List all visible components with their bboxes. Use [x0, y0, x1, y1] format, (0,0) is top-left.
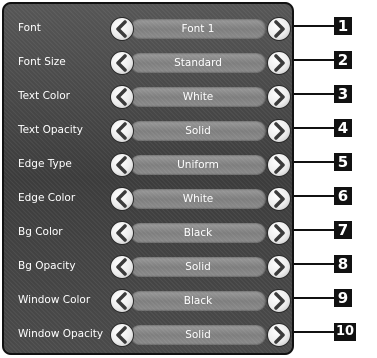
previous-button[interactable]: [110, 289, 134, 313]
callout-line: [294, 25, 334, 27]
next-button[interactable]: [267, 85, 291, 109]
chevron-right-icon: [274, 224, 285, 242]
callout-number: 3: [334, 85, 352, 103]
previous-button[interactable]: [110, 187, 134, 211]
setting-label: Window Opacity: [18, 328, 104, 340]
next-button[interactable]: [267, 17, 291, 41]
setting-label: Font: [18, 22, 41, 34]
setting-row-text-color: Text Color White: [4, 79, 292, 113]
next-button[interactable]: [267, 119, 291, 143]
chevron-left-icon: [116, 88, 127, 106]
next-button[interactable]: [267, 323, 291, 347]
previous-button[interactable]: [110, 119, 134, 143]
setting-row-text-opacity: Text Opacity Solid: [4, 113, 292, 147]
previous-button[interactable]: [110, 85, 134, 109]
setting-value: Black: [183, 295, 213, 307]
setting-value: Standard: [174, 57, 222, 69]
setting-row-edge-color: Edge Color White: [4, 181, 292, 215]
callout-line: [294, 297, 334, 299]
setting-label: Bg Color: [18, 226, 63, 238]
setting-label: Window Color: [18, 294, 91, 306]
chevron-left-icon: [116, 224, 127, 242]
setting-row-font: Font Font 1: [4, 11, 292, 45]
callout-line: [294, 127, 334, 129]
chevron-right-icon: [274, 20, 285, 38]
previous-button[interactable]: [110, 153, 134, 177]
callout-line: [294, 331, 334, 333]
setting-label: Font Size: [18, 56, 66, 68]
setting-value: White: [182, 193, 214, 205]
chevron-left-icon: [116, 190, 127, 208]
callout-number: 1: [334, 17, 352, 35]
callout-line: [294, 161, 334, 163]
chevron-right-icon: [274, 156, 285, 174]
next-button[interactable]: [267, 221, 291, 245]
chevron-left-icon: [116, 326, 127, 344]
next-button[interactable]: [267, 153, 291, 177]
callout-number: 10: [334, 323, 356, 341]
chevron-left-icon: [116, 258, 127, 276]
setting-label: Bg Opacity: [18, 260, 76, 272]
chevron-left-icon: [116, 54, 127, 72]
callout-line: [294, 263, 334, 265]
callout-number: 4: [334, 119, 352, 137]
setting-label: Edge Type: [18, 158, 72, 170]
chevron-left-icon: [116, 122, 127, 140]
setting-row-window-opacity: Window Opacity Solid: [4, 317, 292, 351]
chevron-left-icon: [116, 20, 127, 38]
setting-label: Text Color: [18, 90, 70, 102]
callout-line: [294, 93, 334, 95]
callout-line: [294, 229, 334, 231]
next-button[interactable]: [267, 255, 291, 279]
setting-value: White: [182, 91, 214, 103]
chevron-right-icon: [274, 326, 285, 344]
setting-value: Black: [183, 227, 213, 239]
setting-label: Edge Color: [18, 192, 76, 204]
callout-number: 6: [334, 187, 352, 205]
chevron-right-icon: [274, 258, 285, 276]
next-button[interactable]: [267, 51, 291, 75]
chevron-right-icon: [274, 54, 285, 72]
callout-number: 9: [334, 289, 352, 307]
callout-number: 8: [334, 255, 352, 273]
setting-row-window-color: Window Color Black: [4, 283, 292, 317]
chevron-right-icon: [274, 190, 285, 208]
setting-value: Uniform: [177, 159, 219, 171]
next-button[interactable]: [267, 289, 291, 313]
setting-value: Solid: [185, 261, 211, 273]
previous-button[interactable]: [110, 323, 134, 347]
callout-number: 2: [334, 51, 352, 69]
callout-line: [294, 195, 334, 197]
next-button[interactable]: [267, 187, 291, 211]
setting-value: Solid: [185, 329, 211, 341]
setting-value: Font 1: [181, 23, 215, 35]
chevron-left-icon: [116, 292, 127, 310]
callout-number: 7: [334, 221, 352, 239]
setting-row-edge-type: Edge Type Uniform: [4, 147, 292, 181]
setting-row-font-size: Font Size Standard: [4, 45, 292, 79]
previous-button[interactable]: [110, 51, 134, 75]
setting-row-bg-color: Bg Color Black: [4, 215, 292, 249]
previous-button[interactable]: [110, 17, 134, 41]
setting-value: Solid: [185, 125, 211, 137]
callout-number: 5: [334, 153, 352, 171]
chevron-right-icon: [274, 122, 285, 140]
chevron-right-icon: [274, 88, 285, 106]
previous-button[interactable]: [110, 255, 134, 279]
callout-line: [294, 59, 334, 61]
chevron-right-icon: [274, 292, 285, 310]
chevron-left-icon: [116, 156, 127, 174]
setting-row-bg-opacity: Bg Opacity Solid: [4, 249, 292, 283]
caption-settings-panel: Font Font 1 Font Size Standard Text Colo…: [2, 2, 294, 355]
previous-button[interactable]: [110, 221, 134, 245]
setting-label: Text Opacity: [18, 124, 83, 136]
